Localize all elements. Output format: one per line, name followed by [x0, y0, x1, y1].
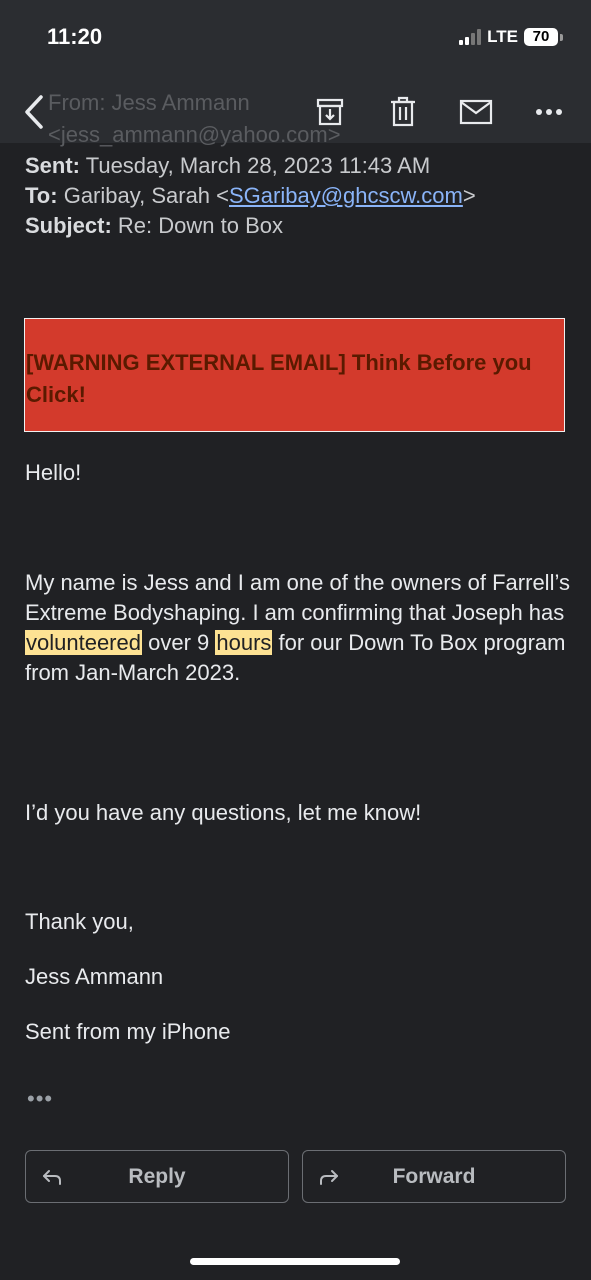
home-indicator[interactable] [190, 1258, 400, 1265]
highlight-volunteered: volunteered [25, 630, 142, 655]
archive-icon[interactable] [310, 92, 350, 132]
to-line: To: Garibay, Sarah <SGaribay@ghcscw.com> [25, 181, 476, 211]
battery-tip [560, 33, 563, 41]
mail-icon[interactable] [456, 92, 496, 132]
signal-icon [459, 29, 482, 45]
email-header: Sent: Tuesday, March 28, 2023 11:43 AM T… [25, 151, 476, 241]
battery-icon: 70 [524, 28, 558, 46]
show-trimmed-content-button[interactable]: ••• [27, 1086, 53, 1112]
trash-icon[interactable] [383, 92, 423, 132]
forward-label: Forward [392, 1164, 476, 1188]
body-paragraph: My name is Jess and I am one of the owne… [25, 568, 570, 688]
subject-label: Subject: [25, 213, 112, 238]
back-icon[interactable] [14, 92, 54, 132]
reply-label: Reply [128, 1164, 186, 1188]
greeting: Hello! [25, 460, 82, 485]
paragraph-text-a: My name is Jess and I am one of the owne… [25, 570, 570, 625]
signature: Jess Ammann [25, 964, 164, 989]
network-label: LTE [487, 27, 518, 46]
reply-icon [40, 1165, 64, 1189]
reply-button[interactable]: Reply [25, 1150, 289, 1203]
to-email-link[interactable]: SGaribay@ghcscw.com [229, 183, 463, 208]
subject-value: Re: Down to Box [117, 213, 283, 238]
paragraph-text-b: over 9 [141, 630, 216, 655]
external-warning-banner: [WARNING EXTERNAL EMAIL] Think Before yo… [24, 318, 565, 432]
top-bar: 11:20 LTE 70 From: Jess Ammann <jess_amm… [0, 0, 591, 147]
to-close: > [462, 183, 476, 208]
questions-line: I’d you have any questions, let me know! [25, 800, 422, 825]
status-indicators: LTE 70 [459, 27, 563, 47]
scrolled-from-line: From: Jess Ammann [48, 90, 250, 115]
closing-line: Thank you, [25, 909, 134, 934]
subject-line: Subject: Re: Down to Box [25, 211, 476, 241]
more-icon[interactable] [529, 92, 569, 132]
to-name: Garibay, Sarah < [63, 183, 229, 208]
sent-value: Tuesday, March 28, 2023 11:43 AM [85, 153, 431, 178]
sent-label: Sent: [25, 153, 80, 178]
sent-line: Sent: Tuesday, March 28, 2023 11:43 AM [25, 151, 476, 181]
sent-from-line: Sent from my iPhone [25, 1019, 231, 1044]
forward-icon [317, 1165, 341, 1189]
to-label: To: [25, 183, 58, 208]
highlight-hours: hours [215, 630, 273, 655]
status-time: 11:20 [47, 24, 103, 49]
forward-button[interactable]: Forward [302, 1150, 566, 1203]
scrolled-from-email: <jess_ammann@yahoo.com> [48, 122, 341, 147]
